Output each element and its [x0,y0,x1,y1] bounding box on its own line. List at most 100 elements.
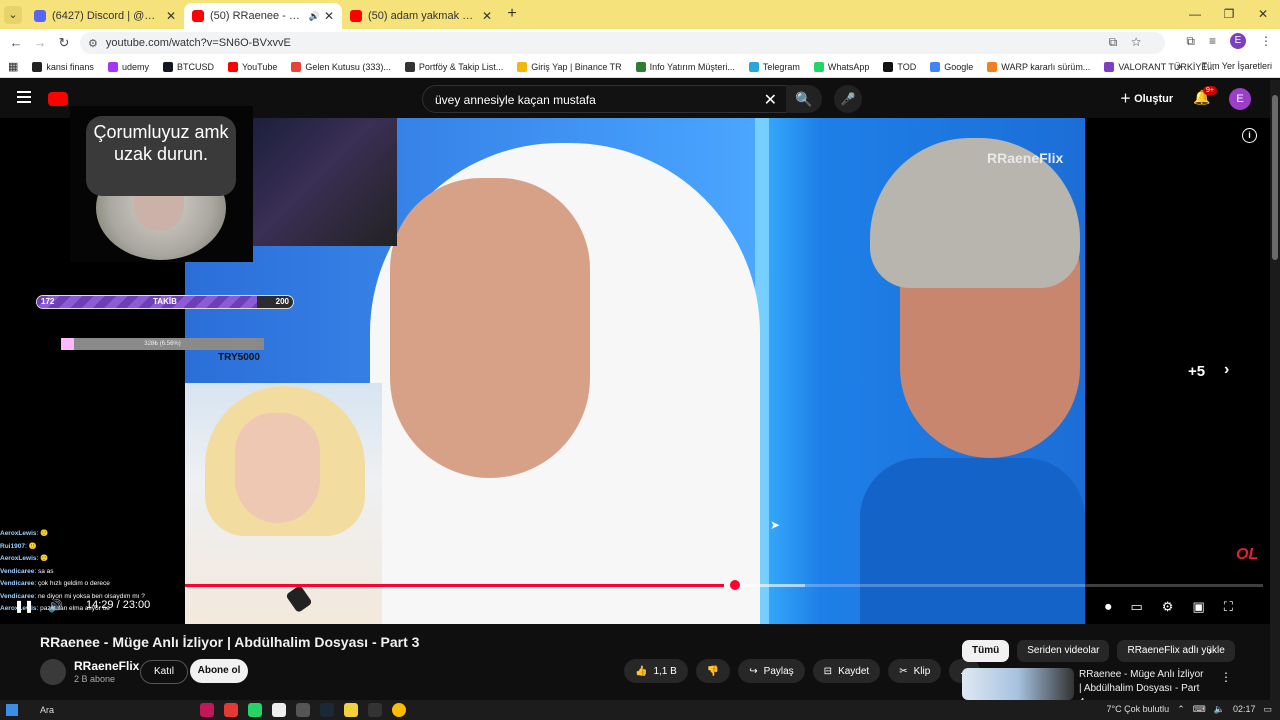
more-vert-icon[interactable]: ⋮ [1220,670,1232,684]
bookmark-item[interactable]: WhatsApp [813,61,870,72]
bookmark-star-icon[interactable]: ⧉☆ [1109,35,1155,50]
close-tab-icon[interactable]: ✕ [482,9,492,23]
close-tab-icon[interactable]: ✕ [166,9,176,23]
back-icon[interactable]: ← [4,35,28,50]
bookmark-item[interactable]: Google [930,61,973,72]
youtube-logo-icon[interactable] [48,92,68,106]
subscribe-button[interactable]: Abone ol [190,659,248,683]
bookmark-item[interactable]: TOD [883,61,916,72]
bookmark-item[interactable]: kansi finans [32,61,94,72]
save-button[interactable]: ⊟ Kaydet [812,659,881,683]
taskbar-search[interactable]: Ara [40,705,54,715]
bookmark-item[interactable]: udemy [107,61,149,72]
bookmark-item[interactable]: Gelen Kutusu (333)... [291,61,391,72]
network-icon[interactable]: ⌨ [1193,704,1206,715]
chrome-icon[interactable] [392,703,406,717]
chip-all[interactable]: Tümü [962,640,1010,662]
calculator-icon[interactable] [296,703,310,717]
recommended-thumbnail[interactable] [962,668,1074,700]
bookmark-label: Giriş Yap | Binance TR [531,61,622,72]
share-button[interactable]: ↪ Paylaş [738,659,805,683]
opera-icon[interactable] [224,703,238,717]
scrollbar-thumb[interactable] [1272,95,1278,260]
autoplay-toggle-icon[interactable]: ⏺ [1105,599,1112,615]
like-button[interactable]: 👍 1,1 B [624,659,688,683]
file-icon[interactable] [272,703,286,717]
subtitles-icon[interactable]: ▭ [1131,599,1143,615]
media-icon[interactable]: ≡ [1209,34,1216,48]
theater-mode-icon[interactable]: ▣ [1192,599,1204,615]
close-window-icon[interactable]: ✕ [1246,0,1280,29]
chip-series[interactable]: Seriden videolar [1017,640,1110,662]
clock[interactable]: 02:17 [1233,704,1256,715]
clear-search-icon[interactable]: ✕ [764,90,777,110]
clip-button[interactable]: ✂ Klip [888,659,942,683]
chevron-right-icon[interactable]: › [1208,644,1212,658]
channel-avatar[interactable] [40,659,66,685]
apps-icon[interactable]: ▦ [8,60,18,73]
settings-gear-icon[interactable]: ⚙ [1162,599,1174,615]
create-button[interactable]: ＋ Oluştur [1120,90,1173,106]
share-label: Paylaş [763,665,794,677]
profile-avatar[interactable]: E [1230,33,1246,49]
volume-icon[interactable]: 🔊 [48,599,63,613]
pause-icon[interactable]: ❚❚ [14,599,34,613]
restore-icon[interactable]: ❐ [1212,0,1246,29]
info-icon[interactable]: i [1242,128,1257,143]
chevron-up-icon[interactable]: ⌃ [1177,704,1185,715]
menu-icon[interactable]: ⋮ [1260,34,1272,48]
chat-username: Vendicaree [0,580,35,587]
forward-icon[interactable]: → [28,35,52,50]
join-button[interactable]: Katıl [140,660,188,684]
account-avatar[interactable]: E [1229,88,1251,110]
bookmark-item[interactable]: Info Yatırım Müşteri... [635,61,735,72]
chip-uploads[interactable]: RRaeneFlix adlı yükle [1117,640,1235,662]
tab-youtube-active[interactable]: (50) RRaenee - Müge Anlı İzl 🔊 ✕ [184,3,342,29]
bookmark-item[interactable]: YouTube [227,61,277,72]
weather-text[interactable]: 7°C Çok bulutlu [1107,704,1170,715]
bookmark-item[interactable]: Portföy & Takip List... [404,61,503,72]
fullscreen-icon[interactable]: ⛶ [1224,599,1233,615]
tab-discord[interactable]: (6427) Discord | @Aerox ✕ [26,3,184,29]
github-icon[interactable] [368,703,382,717]
tab-search-menu[interactable]: ⌄ [4,6,22,24]
speaker-icon[interactable]: 🔊 [309,11,320,22]
notifications-button[interactable]: 🔔 9+ [1193,86,1217,106]
close-tab-icon[interactable]: ✕ [324,9,334,23]
bookmark-item[interactable]: WARP kararlı sürüm... [987,61,1090,72]
more-videos-count[interactable]: +5 [1188,363,1205,380]
extensions-icon[interactable]: ⧉ [1186,34,1195,49]
chat-message: Rui1907: 🙂 [0,541,200,554]
video-player[interactable]: RRaeneFlix i +5 › OL Çorumluyuz amk uzak… [0,106,1280,624]
address-bar[interactable]: ⚙ youtube.com/watch?v=SN6O-BVxvvE ⧉☆ [80,32,1165,54]
tab-youtube-2[interactable]: (50) adam yakmak nedir la ✕ [342,3,500,29]
steam-icon[interactable] [320,703,334,717]
mail-app-icon[interactable] [200,703,214,717]
bookmark-label: WhatsApp [827,61,870,72]
voice-search-button[interactable]: 🎤 [834,85,862,113]
bookmark-label: Gelen Kutusu (333)... [305,61,391,72]
new-tab-button[interactable]: + [500,3,524,27]
hamburger-icon[interactable] [17,91,31,103]
bookmark-item[interactable]: Giriş Yap | Binance TR [517,61,622,72]
scrubber-handle[interactable] [730,580,740,590]
site-info-icon[interactable]: ⚙ [88,37,98,50]
windows-start-icon[interactable] [6,704,18,716]
notes-icon[interactable] [344,703,358,717]
search-value: üvey annesiyle kaçan mustafa [435,93,596,107]
notification-center-icon[interactable]: ▭ [1263,704,1272,715]
search-button[interactable]: 🔍 [786,85,822,113]
bookmark-item[interactable]: BTCUSD [162,61,214,72]
reload-icon[interactable]: ↻ [52,35,76,51]
channel-name[interactable]: RRaeneFlix [74,659,139,673]
all-bookmarks[interactable]: Tüm Yer İşaretleri [1201,61,1272,71]
minimize-icon[interactable]: — [1178,0,1212,29]
bookmark-item[interactable]: Telegram [748,61,800,72]
dislike-button[interactable]: 👎 [695,659,731,683]
speaker-icon[interactable]: 🔈 [1214,704,1225,715]
search-input[interactable]: üvey annesiyle kaçan mustafa ✕ [422,85,788,113]
more-bookmarks-icon[interactable]: » [1176,61,1181,71]
whatsapp-icon[interactable] [248,703,262,717]
chevron-right-icon[interactable]: › [1224,361,1229,379]
search-icon: 🔍 [795,91,813,107]
